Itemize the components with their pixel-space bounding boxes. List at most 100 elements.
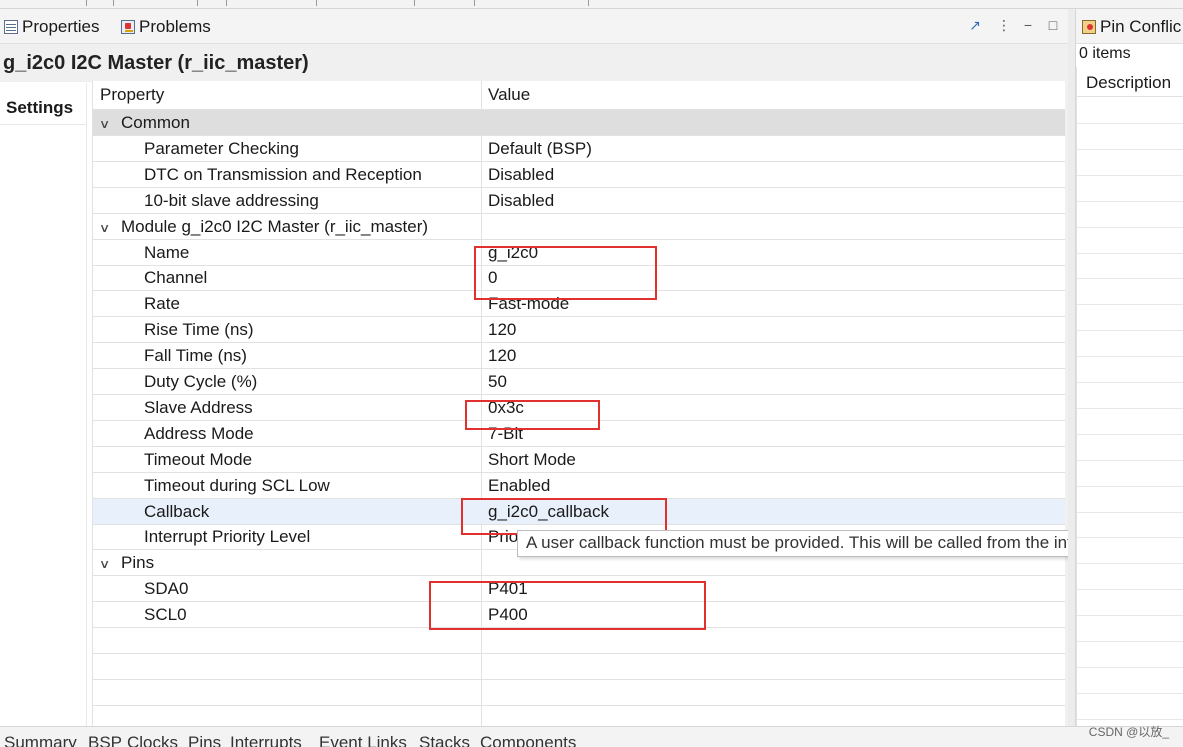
empty-row [1077, 409, 1183, 435]
property-row[interactable]: Slave Address 0x3c [93, 395, 1066, 421]
tab-event-links[interactable]: Event Links [319, 733, 407, 747]
property-row[interactable]: 10-bit slave addressing Disabled [93, 188, 1066, 214]
empty-row [1077, 253, 1183, 280]
property-row[interactable]: DTC on Transmission and Reception Disable… [93, 162, 1066, 188]
chevron-down-icon[interactable]: ∨ [99, 216, 117, 241]
pin-view-tab-bar: Pin Conflic [1076, 9, 1183, 44]
watermark: CSDN @以放_ [1088, 725, 1169, 739]
tab-problems[interactable]: Problems [121, 15, 211, 39]
property-value[interactable]: 0 [488, 265, 497, 290]
chevron-down-icon[interactable]: ∨ [99, 552, 117, 577]
empty-row [1077, 668, 1183, 694]
tab-stacks[interactable]: Stacks [419, 733, 470, 747]
property-row[interactable]: Timeout during SCL Low Enabled [93, 473, 1066, 499]
category-row[interactable]: ∨ Common [93, 110, 1066, 136]
property-row[interactable]: Parameter Checking Default (BSP) [93, 136, 1066, 162]
property-row[interactable]: Address Mode 7-Bit [93, 421, 1066, 447]
tab-properties[interactable]: Properties [4, 15, 99, 39]
property-label-text: Interrupt Priority Level [144, 527, 311, 547]
empty-row [1077, 590, 1183, 617]
property-row[interactable]: Channel 0 [93, 265, 1066, 292]
property-value[interactable]: 120 [488, 317, 516, 342]
property-label-text: Timeout Mode [144, 449, 253, 469]
header-property: Property [100, 85, 165, 104]
table-header: Property Value [93, 81, 1066, 110]
view-sash[interactable] [1068, 9, 1075, 726]
problems-icon [121, 20, 135, 34]
property-row[interactable]: SDA0 P401 [93, 576, 1066, 603]
property-label: 10-bit slave addressing [144, 188, 319, 213]
settings-sidebar: Settings [0, 83, 87, 726]
pin-conflicts-count: 0 items [1079, 45, 1131, 62]
chevron-down-icon[interactable]: ∨ [99, 112, 117, 137]
empty-row [1077, 642, 1183, 668]
tab-components[interactable]: Components [480, 733, 576, 747]
property-label-text: Channel [144, 268, 208, 288]
tab-summary[interactable]: Summary [4, 733, 77, 747]
property-label: SDA0 [144, 576, 188, 601]
tab-bsp[interactable]: BSP [88, 733, 122, 747]
property-label: Timeout Mode [144, 447, 252, 472]
property-value[interactable]: 50 [488, 369, 507, 394]
empty-row [93, 654, 1066, 680]
property-value[interactable]: Disabled [488, 162, 554, 187]
tab-interrupts[interactable]: Interrupts [230, 733, 302, 747]
view-menu-icon[interactable]: ⋮ [996, 17, 1012, 33]
tab-separator [414, 0, 415, 6]
property-label: Name [144, 240, 189, 265]
property-label: Callback [144, 499, 209, 524]
property-value[interactable]: P401 [488, 576, 528, 601]
property-label-text: Parameter Checking [144, 138, 299, 158]
empty-row [93, 680, 1066, 706]
property-value[interactable]: P400 [488, 602, 528, 627]
empty-row [1077, 124, 1183, 150]
tab-separator [316, 0, 317, 6]
property-label-text: Timeout during SCL Low [144, 475, 330, 495]
property-row[interactable]: Duty Cycle (%) 50 [93, 369, 1066, 395]
tab-separator [197, 0, 198, 6]
maximize-icon[interactable]: □ [1045, 17, 1061, 33]
empty-row [1077, 150, 1183, 176]
empty-row [1077, 357, 1183, 383]
property-label: ∨ Common [99, 110, 190, 137]
header-description[interactable]: Description [1077, 67, 1183, 97]
tab-pins[interactable]: Pins [188, 733, 221, 747]
header-value: Value [488, 85, 531, 104]
property-value[interactable]: g_i2c0_callback [488, 499, 609, 524]
empty-row [1077, 331, 1183, 358]
property-row[interactable]: Rise Time (ns) 120 [93, 317, 1066, 344]
property-value[interactable]: Short Mode [488, 447, 576, 472]
property-label: Slave Address [144, 395, 253, 420]
property-value[interactable]: Enabled [488, 473, 550, 498]
empty-row [1077, 564, 1183, 591]
tab-clocks[interactable]: Clocks [127, 733, 178, 747]
property-row[interactable]: Callback g_i2c0_callback [93, 498, 1066, 525]
property-label: ∨ Module g_i2c0 I2C Master (r_iic_master) [99, 214, 428, 241]
property-value[interactable]: Fast-mode [488, 291, 569, 316]
property-row[interactable]: SCL0 P400 [93, 602, 1066, 629]
property-value[interactable]: 0x3c [488, 395, 524, 420]
property-value[interactable]: 120 [488, 343, 516, 368]
property-row[interactable]: Timeout Mode Short Mode [93, 447, 1066, 473]
property-label: Fall Time (ns) [144, 343, 247, 368]
open-in-new-icon[interactable]: ↗ [967, 17, 983, 33]
tab-pin-conflicts[interactable]: Pin Conflic [1082, 15, 1181, 39]
property-value[interactable]: Default (BSP) [488, 136, 592, 161]
tab-settings[interactable]: Settings [0, 91, 86, 125]
property-value[interactable]: Prio [488, 524, 518, 549]
property-value[interactable]: 7-Bit [488, 421, 523, 446]
property-row[interactable]: Fall Time (ns) 120 [93, 343, 1066, 370]
property-label-text: Pins [121, 553, 155, 573]
property-label: Rise Time (ns) [144, 317, 254, 342]
minimize-icon[interactable]: − [1020, 17, 1036, 33]
property-label-text: Common [121, 113, 190, 132]
empty-row [1077, 202, 1183, 228]
property-row[interactable]: Rate Fast-mode [93, 291, 1066, 318]
empty-row [1077, 487, 1183, 513]
property-value[interactable]: Disabled [488, 188, 554, 213]
property-value[interactable]: g_i2c0 [488, 240, 538, 265]
property-label: Timeout during SCL Low [144, 473, 330, 498]
category-row[interactable]: ∨ Module g_i2c0 I2C Master (r_iic_master) [93, 214, 1066, 240]
property-row[interactable]: Name g_i2c0 [93, 240, 1066, 266]
property-label-text: SCL0 [144, 605, 187, 625]
